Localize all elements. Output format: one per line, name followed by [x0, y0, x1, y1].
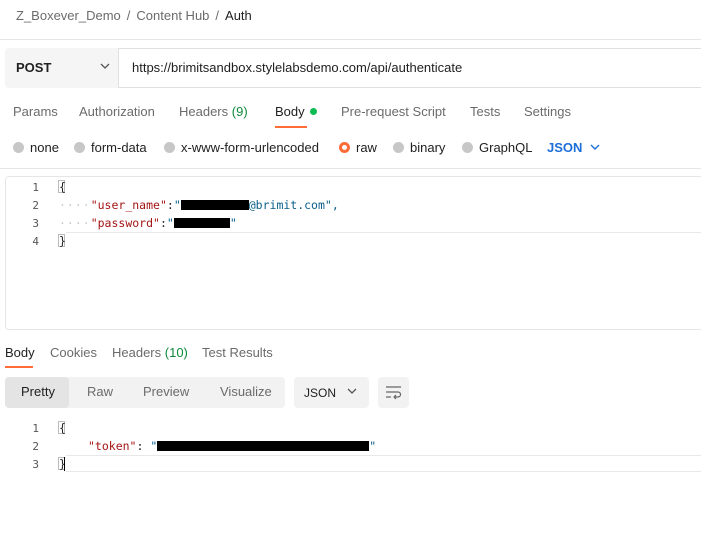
- active-tab-indicator: [275, 126, 307, 128]
- radio-icon: [393, 142, 404, 153]
- code-line-password: ····"password":" ": [59, 216, 237, 230]
- active-response-tab-indicator: [5, 366, 33, 368]
- chevron-down-icon: [590, 144, 600, 150]
- section-divider: [0, 168, 701, 169]
- code-open-brace: {: [59, 180, 66, 194]
- response-tab-test-results[interactable]: Test Results: [202, 345, 273, 360]
- json-key-token: "token": [88, 439, 137, 453]
- breadcrumb-separator: /: [126, 8, 131, 23]
- tab-body[interactable]: Body: [275, 104, 317, 119]
- line-number: 3: [32, 458, 39, 471]
- breadcrumb: Z_Boxever_Demo / Content Hub / Auth: [16, 8, 252, 23]
- tab-prerequest-script[interactable]: Pre-request Script: [341, 104, 446, 119]
- breadcrumb-request[interactable]: Auth: [225, 8, 252, 23]
- status-dot-icon: [309, 108, 317, 115]
- chevron-down-icon: [347, 388, 357, 394]
- radio-urlencoded[interactable]: x-www-form-urlencoded: [164, 140, 319, 155]
- radio-icon: [339, 142, 350, 153]
- breadcrumb-workspace[interactable]: Z_Boxever_Demo: [16, 8, 121, 23]
- redacted-block: [173, 218, 230, 228]
- json-key-password: "password": [90, 216, 160, 230]
- tab-tests[interactable]: Tests: [470, 104, 500, 119]
- code-line-user-name: ····"user_name":" @brimit.com",: [59, 198, 339, 212]
- radio-none[interactable]: none: [13, 140, 59, 155]
- view-visualize-button[interactable]: Visualize: [220, 384, 272, 399]
- json-quote: ": [369, 439, 377, 453]
- json-quote: ": [150, 439, 158, 453]
- radio-none-label: none: [30, 140, 59, 155]
- tab-settings[interactable]: Settings: [524, 104, 571, 119]
- json-colon: :: [166, 198, 174, 212]
- body-language-label: JSON: [547, 140, 583, 155]
- json-key-user-name: "user_name": [90, 198, 167, 212]
- line-number: 1: [32, 181, 39, 194]
- method-select[interactable]: POST: [5, 48, 119, 88]
- tab-body-label: Body: [275, 104, 305, 119]
- response-tab-headers-count: (10): [164, 345, 188, 360]
- radio-icon: [462, 142, 473, 153]
- radio-raw[interactable]: raw: [339, 140, 377, 155]
- radio-icon: [164, 142, 175, 153]
- method-label: POST: [16, 60, 52, 75]
- active-line-highlight: [66, 232, 701, 233]
- line-number: 4: [32, 235, 39, 248]
- indent-guide: ····: [59, 198, 91, 212]
- active-line-highlight: [66, 471, 701, 472]
- line-number: 1: [32, 422, 39, 435]
- tab-headers-count: (9): [231, 104, 248, 119]
- header-divider: [0, 39, 701, 40]
- line-number: 3: [32, 217, 39, 230]
- json-colon: :: [159, 216, 167, 230]
- radio-binary-label: binary: [410, 140, 446, 155]
- tab-headers-label: Headers: [179, 104, 229, 119]
- view-preview-button[interactable]: Preview: [143, 384, 189, 399]
- radio-graphql[interactable]: GraphQL: [462, 140, 532, 155]
- tab-authorization[interactable]: Authorization: [79, 104, 155, 119]
- chevron-down-icon: [100, 63, 110, 69]
- json-quote: ": [173, 198, 181, 212]
- radio-icon: [13, 142, 24, 153]
- line-number: 2: [32, 440, 39, 453]
- wrap-lines-button[interactable]: [378, 377, 409, 408]
- active-line-highlight: [66, 455, 701, 456]
- json-quote: ": [229, 216, 237, 230]
- line-number: 2: [32, 199, 39, 212]
- view-raw-button[interactable]: Raw: [87, 384, 113, 399]
- response-tab-headers[interactable]: Headers (10): [112, 345, 188, 360]
- response-tab-body[interactable]: Body: [5, 345, 35, 360]
- redacted-block: [180, 200, 249, 210]
- indent-guide: ····: [59, 216, 91, 230]
- json-quote: ": [166, 216, 174, 230]
- json-colon: :: [136, 439, 151, 453]
- radio-raw-label: raw: [356, 140, 377, 155]
- response-tab-headers-label: Headers: [112, 345, 162, 360]
- radio-urlencoded-label: x-www-form-urlencoded: [181, 140, 319, 155]
- tab-headers[interactable]: Headers (9): [179, 104, 248, 119]
- response-open-brace: {: [59, 421, 66, 435]
- redacted-block: [157, 441, 370, 451]
- tab-params[interactable]: Params: [13, 104, 58, 119]
- radio-form-data[interactable]: form-data: [74, 140, 147, 155]
- wrap-lines-icon: [386, 386, 402, 400]
- text-cursor: [64, 457, 65, 471]
- body-language-select[interactable]: JSON: [547, 140, 600, 155]
- code-close-brace: }: [59, 234, 66, 248]
- json-value-user-name: @brimit.com",: [248, 198, 339, 212]
- radio-graphql-label: GraphQL: [479, 140, 533, 155]
- response-format-label: JSON: [304, 386, 337, 400]
- url-input[interactable]: https://brimitsandbox.stylelabsdemo.com/…: [132, 60, 462, 75]
- radio-form-data-label: form-data: [91, 140, 147, 155]
- breadcrumb-collection[interactable]: Content Hub: [136, 8, 209, 23]
- radio-icon: [74, 142, 85, 153]
- breadcrumb-separator: /: [215, 8, 220, 23]
- response-token-line: "token": " ": [88, 439, 376, 453]
- response-tab-cookies[interactable]: Cookies: [50, 345, 97, 360]
- view-pretty-label[interactable]: Pretty: [21, 384, 55, 399]
- radio-binary[interactable]: binary: [393, 140, 445, 155]
